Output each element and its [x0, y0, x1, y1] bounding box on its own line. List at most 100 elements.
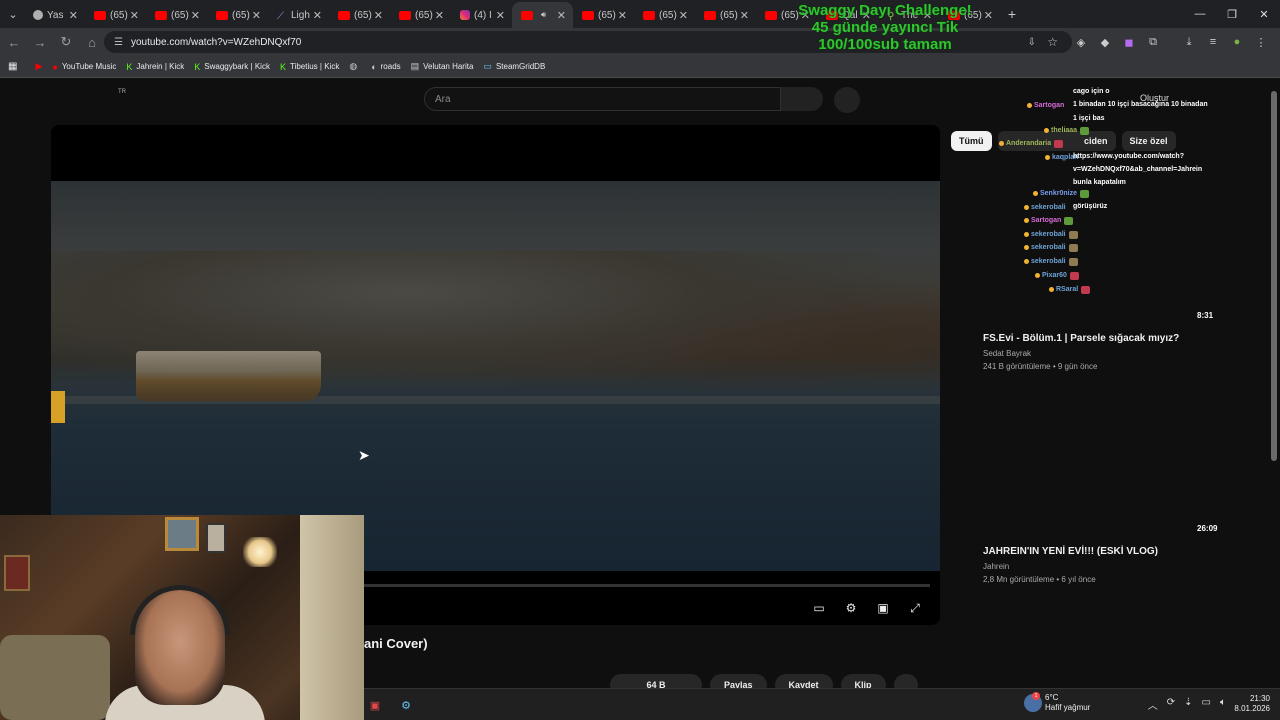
browser-tab[interactable]: (65) ✕ [85, 2, 146, 28]
apps-grid-icon[interactable]: ▦ [8, 61, 17, 72]
taskbar-app-icon[interactable]: ▣ [367, 697, 383, 713]
volume-icon[interactable]: 🔈︎ [1220, 697, 1226, 712]
menu-dots-icon[interactable]: ⋮ [1250, 31, 1272, 53]
lamp [243, 537, 277, 567]
bookmark-star-icon[interactable]: ☆ [1047, 35, 1058, 49]
youtube-favicon-icon [521, 10, 533, 20]
chip-all[interactable]: Tümü [951, 131, 992, 151]
profile-avatar-icon[interactable]: ● [1226, 31, 1248, 53]
youtube-favicon-icon [155, 10, 167, 20]
chat-emote-icon [1068, 243, 1078, 252]
home-icon[interactable]: ⌂ [80, 30, 104, 54]
extension-diamond-icon[interactable]: ◆ [1094, 31, 1116, 53]
restore-icon[interactable]: ❐ [1216, 0, 1248, 28]
tab-close-icon[interactable]: ✕ [740, 9, 749, 22]
recommendation-title: JAHREIN'IN YENİ EVİ!!! (ESKİ VLOG) [983, 546, 1158, 557]
tab-title: (65) [354, 9, 372, 21]
overlay-line-1: Swaggy Dayı Challenge! [798, 2, 972, 19]
chat-badge-icon [1049, 287, 1054, 292]
tab-title: (65) [659, 9, 677, 21]
chat-message: 1 işçi bas [1073, 115, 1105, 122]
system-clock[interactable]: 21:30 8.01.2026 [1234, 694, 1270, 714]
close-icon[interactable]: ✕ [1248, 0, 1280, 28]
steam-icon[interactable]: ⚙ [398, 697, 414, 713]
browser-tab[interactable]: (65) ✕ [634, 2, 695, 28]
forward-icon[interactable]: → [28, 30, 52, 54]
tab-close-icon[interactable]: ✕ [69, 9, 78, 22]
tab-close-icon[interactable]: ✕ [679, 9, 688, 22]
browser-tab[interactable]: Yas ✕ [24, 2, 85, 28]
tab-close-icon[interactable]: ✕ [191, 9, 200, 22]
chat-username: Senkr0nize [1040, 190, 1077, 197]
tab-close-icon[interactable]: ✕ [557, 9, 566, 22]
tab-close-icon[interactable]: ✕ [435, 9, 444, 22]
media-controls-icon[interactable]: ≡ [1202, 31, 1224, 53]
install-app-icon[interactable]: ⇩ [1028, 37, 1036, 48]
tab-close-icon[interactable]: ✕ [618, 9, 627, 22]
feather-favicon-icon: ⟋ [277, 10, 284, 22]
chat-message: v=WZehDNQxf70&ab_channel=Jahrein [1073, 166, 1203, 173]
subtitles-icon[interactable]: ▭ [809, 600, 829, 616]
minimize-icon[interactable]: — [1184, 0, 1216, 28]
settings-gear-icon[interactable]: ⚙ [841, 600, 861, 616]
clock-date: 8.01.2026 [1234, 704, 1270, 713]
chip-channel-label: ciden [1083, 136, 1108, 146]
page-scrollbar[interactable] [1271, 91, 1277, 461]
bookmark-item[interactable]: ▤ Velutan Harita [411, 61, 474, 72]
voice-search-icon[interactable] [834, 87, 860, 113]
search-input[interactable]: Ara [424, 87, 781, 111]
extension-twitch-icon[interactable]: ◼ [1118, 31, 1140, 53]
back-icon[interactable]: ← [2, 30, 26, 54]
chat-badge-icon [999, 141, 1004, 146]
tab-audio-icon[interactable]: 🔊︎ [541, 10, 546, 20]
tab-close-icon[interactable]: ✕ [496, 9, 505, 22]
browser-tab[interactable]: (4) I ✕ [451, 2, 512, 28]
chip-for-you[interactable]: Size özel [1121, 131, 1176, 151]
browser-tab[interactable]: (65) ✕ [390, 2, 451, 28]
tab-search-icon[interactable]: ⌄ [2, 3, 24, 25]
bookmark-item[interactable]: K Jahrein | Kick [126, 61, 184, 72]
extension-shield-icon[interactable]: ◈ [1070, 31, 1092, 53]
bookmark-item[interactable]: K Tibetius | Kick [280, 61, 339, 72]
address-url[interactable]: youtube.com/watch?v=WZehDNQxf70 [131, 37, 301, 48]
system-tray: ︿ ⟳ ⇣ ▭ 🔈︎ [1148, 697, 1226, 712]
browser-tab[interactable]: ⟋ Ligh ✕ [268, 2, 329, 28]
tray-chevron-icon[interactable]: ︿ [1148, 697, 1158, 712]
bookmark-item[interactable]: ◐ roads [371, 61, 400, 72]
download-icon[interactable]: ⤓ [1178, 31, 1200, 53]
weather-widget[interactable]: 1 6°C Hafif yağmur [1024, 692, 1090, 713]
extensions-puzzle-icon[interactable]: ⧉ [1142, 31, 1164, 53]
chat-user: RSaral [1047, 285, 1091, 294]
chat-emote-icon [1069, 271, 1079, 280]
search-button[interactable] [781, 87, 823, 111]
browser-tab[interactable]: (65) ✕ [695, 2, 756, 28]
theater-mode-icon[interactable]: ▣ [873, 600, 893, 616]
network-icon[interactable]: ▭ [1202, 697, 1211, 712]
browser-tab[interactable]: (65) ✕ [146, 2, 207, 28]
chat-message: bunla kapatalım [1073, 179, 1126, 186]
tray-usb-icon[interactable]: ⇣ [1184, 697, 1192, 712]
bookmark-item[interactable]: ● YouTube Music [52, 61, 116, 72]
browser-tab[interactable]: (65) ✕ [207, 2, 268, 28]
browser-tab[interactable]: 🔊︎ ✕ [512, 2, 573, 28]
chat-user: Senkr0nize [1031, 189, 1089, 198]
bookmark-youtube-icon[interactable]: ▶ [35, 61, 42, 72]
bookmark-item[interactable]: K Swaggybark | Kick [194, 61, 270, 72]
fullscreen-icon[interactable]: ⤢ [905, 600, 925, 616]
site-info-icon[interactable]: ☰ [114, 37, 123, 48]
tray-sync-icon[interactable]: ⟳ [1167, 697, 1175, 712]
bookmark-item[interactable]: ◍ [349, 61, 361, 72]
browser-tab[interactable]: (65) ✕ [573, 2, 634, 28]
bookmark-label: YouTube Music [61, 62, 117, 71]
tab-close-icon[interactable]: ✕ [374, 9, 383, 22]
bookmark-label: SteamGridDB [495, 62, 546, 71]
tab-title: (65) [110, 9, 128, 21]
tab-close-icon[interactable]: ✕ [313, 9, 322, 22]
bookmark-item[interactable]: ▭ SteamGridDB [483, 61, 545, 72]
tab-close-icon[interactable]: ✕ [130, 9, 139, 22]
tab-close-icon[interactable]: ✕ [252, 9, 261, 22]
tab-title: (65) [171, 9, 189, 21]
browser-tab[interactable]: (65) ✕ [329, 2, 390, 28]
new-tab-button[interactable]: + [1000, 6, 1024, 22]
reload-icon[interactable]: ↻ [54, 30, 78, 54]
